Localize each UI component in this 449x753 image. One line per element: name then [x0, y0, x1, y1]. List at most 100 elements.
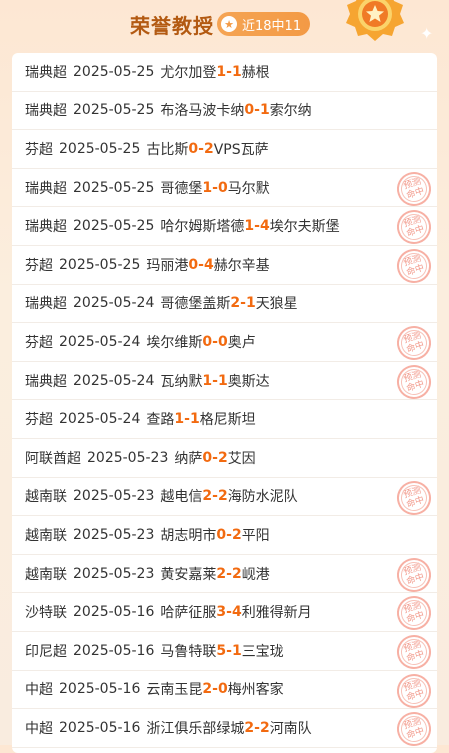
- match-date: 2025-05-24: [73, 295, 155, 312]
- match-home-team: 查路: [146, 412, 175, 429]
- match-away-score: 1: [259, 102, 270, 119]
- sparkle-icon: ✦: [420, 24, 434, 43]
- match-row[interactable]: 瑞典超 2025-05-25 尤尔加登 1 - 1 赫根: [12, 53, 437, 92]
- match-home-team: 胡志明市: [160, 527, 217, 544]
- match-away-team: 埃尔夫斯堡: [269, 219, 340, 236]
- match-row[interactable]: 瑞典超 2025-05-25 哥德堡 1 - 0 马尔默 预测 命中: [12, 167, 437, 211]
- match-league: 瑞典超: [25, 64, 67, 81]
- match-date: 2025-05-23: [73, 526, 155, 543]
- match-league: 瑞典超: [25, 219, 67, 236]
- match-home-team: 黄安嘉莱: [160, 566, 217, 583]
- match-date: 2025-05-16: [73, 642, 155, 659]
- match-home-score: 1: [202, 372, 213, 389]
- match-home-score: 2: [202, 681, 213, 698]
- match-row[interactable]: 瑞典超 2025-05-25 哈尔姆斯塔德 1 - 4 埃尔夫斯堡 预测 命中: [12, 205, 437, 249]
- match-row[interactable]: 芬超 2025-05-25 古比斯 0 - 2 VPS瓦萨: [12, 130, 437, 169]
- match-date: 2025-05-25: [59, 140, 141, 157]
- match-home-team: 哈萨征服: [160, 605, 217, 622]
- match-away-team: 奥卢: [227, 334, 256, 351]
- match-league: 芬超: [25, 412, 53, 429]
- match-away-team: 河南队: [269, 720, 312, 737]
- match-away-score: 2: [259, 719, 270, 736]
- match-home-team: 哈尔姆斯塔德: [160, 219, 245, 236]
- match-home-score: 2: [216, 565, 227, 582]
- match-home-score: 3: [216, 604, 227, 621]
- match-home-team: 玛丽港: [146, 257, 189, 274]
- match-home-score: 2: [244, 719, 255, 736]
- match-home-score: 0: [202, 333, 213, 350]
- match-away-score: 0: [217, 333, 228, 350]
- match-date: 2025-05-16: [59, 719, 141, 736]
- prediction-hit-stamp: 预测 命中: [392, 591, 436, 635]
- match-row[interactable]: 芬超 2025-05-24 查路 1 - 1 格尼斯坦: [12, 400, 437, 439]
- match-row[interactable]: 沙特联 2025-05-16 哈萨征服 3 - 4 利雅得新月 预测 命中: [12, 591, 437, 635]
- match-row[interactable]: 中超 2025-05-16 云南玉昆 2 - 0 梅州客家 预测 命中: [12, 669, 437, 712]
- match-league: 印尼超: [25, 643, 67, 660]
- match-row[interactable]: 瑞典超 2025-05-24 瓦纳默 1 - 1 奥斯达 预测 命中: [12, 360, 437, 404]
- match-home-team: 浙江俱乐部绿城: [146, 720, 245, 737]
- match-date: 2025-05-25: [73, 102, 155, 119]
- match-away-team: 索尔纳: [269, 103, 312, 120]
- match-away-team: 格尼斯坦: [199, 412, 256, 429]
- match-away-team: 三宝珑: [241, 643, 284, 660]
- match-home-team: 越电信: [160, 489, 203, 506]
- match-date: 2025-05-24: [59, 333, 141, 350]
- prediction-hit-stamp: 预测 命中: [392, 669, 436, 712]
- match-date: 2025-05-23: [73, 488, 155, 505]
- match-league: 芬超: [25, 257, 53, 274]
- match-away-score: 2: [203, 140, 214, 157]
- match-date: 2025-05-25: [73, 218, 155, 235]
- match-home-team: 纳萨: [174, 450, 203, 467]
- match-away-score: 2: [217, 488, 228, 505]
- match-row[interactable]: 越南联 2025-05-23 胡志明市 0 - 2 平阳: [12, 516, 437, 555]
- match-away-score: 0: [217, 179, 228, 196]
- match-away-score: 1: [231, 63, 242, 80]
- match-away-team: VPS瓦萨: [213, 141, 269, 158]
- match-home-team: 瓦纳默: [160, 373, 203, 390]
- match-home-score: 0: [188, 256, 199, 273]
- match-row[interactable]: 印尼超 2025-05-16 马鲁特联 5 - 1 三宝珑 预测 命中: [12, 630, 437, 674]
- match-date: 2025-05-25: [73, 63, 155, 80]
- match-date: 2025-05-25: [59, 256, 141, 273]
- match-away-team: 赫根: [241, 64, 270, 81]
- match-away-team: 天狼星: [255, 296, 298, 313]
- match-home-score: 0: [244, 102, 255, 119]
- match-away-team: 海防水泥队: [227, 489, 298, 506]
- match-date: 2025-05-24: [73, 372, 155, 389]
- match-row[interactable]: 芬超 2025-05-25 玛丽港 0 - 4 赫尔辛基 预测 命中: [12, 244, 437, 288]
- match-row[interactable]: 瑞典超 2025-05-25 布洛马波卡纳 0 - 1 索尔纳: [12, 92, 437, 131]
- match-home-team: 布洛马波卡纳: [160, 103, 245, 120]
- match-row[interactable]: 瑞典超 2025-05-24 哥德堡盖斯 2 - 1 天狼星: [12, 285, 437, 324]
- match-away-team: 艾因: [227, 450, 256, 467]
- match-home-score: 2: [230, 295, 241, 312]
- match-away-score: 1: [217, 372, 228, 389]
- match-league: 瑞典超: [25, 103, 67, 120]
- match-row[interactable]: 芬超 2025-05-24 埃尔维斯 0 - 0 奥卢 预测 命中: [12, 321, 437, 365]
- match-away-score: 4: [203, 256, 214, 273]
- prediction-hit-stamp: 预测 命中: [392, 205, 436, 249]
- match-home-score: 2: [202, 488, 213, 505]
- match-away-score: 0: [217, 681, 228, 698]
- match-row[interactable]: 越南联 2025-05-23 越电信 2 - 2 海防水泥队 预测 命中: [12, 476, 437, 519]
- match-league: 瑞典超: [25, 373, 67, 390]
- match-row[interactable]: 中超 2025-05-16 浙江俱乐部绿城 2 - 2 河南队 预测 命中: [12, 707, 437, 751]
- match-date: 2025-05-23: [73, 565, 155, 582]
- match-row[interactable]: 阿联酋超 2025-05-23 纳萨 0 - 2 艾因: [12, 439, 437, 478]
- match-away-score: 2: [217, 449, 228, 466]
- match-date: 2025-05-16: [59, 681, 141, 698]
- match-away-score: 4: [259, 218, 270, 235]
- match-home-score: 0: [216, 526, 227, 543]
- match-date: 2025-05-23: [87, 449, 169, 466]
- match-league: 越南联: [25, 527, 67, 544]
- match-row[interactable]: 越南联 2025-05-23 黄安嘉莱 2 - 2 岘港 预测 命中: [12, 553, 437, 597]
- match-league: 阿联酋超: [25, 450, 81, 467]
- match-league: 越南联: [25, 489, 67, 506]
- match-home-team: 尤尔加登: [160, 64, 217, 81]
- match-home-team: 哥德堡盖斯: [160, 296, 231, 313]
- match-home-team: 云南玉昆: [146, 682, 203, 699]
- header: 荣誉教授 ★ 近18中11 ✦: [0, 0, 449, 52]
- match-away-score: 2: [231, 565, 242, 582]
- record-badge-label: 近18中11: [242, 18, 302, 34]
- match-home-score: 1: [216, 63, 227, 80]
- match-home-score: 1: [174, 411, 185, 428]
